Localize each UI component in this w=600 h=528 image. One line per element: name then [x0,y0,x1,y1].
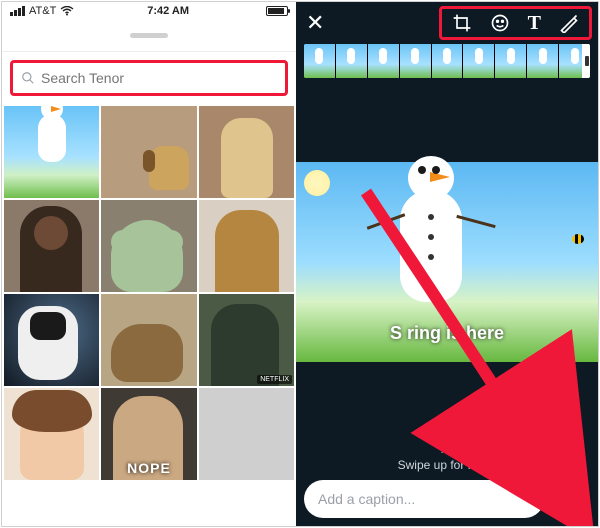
gif-cell[interactable] [4,388,99,480]
signal-icon [10,6,25,16]
send-button[interactable] [552,480,590,518]
gif-cell[interactable] [101,294,196,386]
gif-cell[interactable] [4,294,99,386]
sun-decoration [304,170,330,196]
ios-status-bar: AT&T 7:42 AM [2,2,296,20]
media-preview: S ring is here [296,162,598,362]
caption-input[interactable]: Add a caption... [304,480,544,518]
nope-caption: NOPE [127,460,171,476]
netflix-badge: NETFLIX [257,375,292,384]
caption-placeholder: Add a caption... [318,491,415,507]
gif-cell[interactable] [199,200,294,292]
chevron-up-icon: ︿ [296,439,598,456]
search-field-highlight [10,60,288,96]
sheet-top-bar [2,20,296,52]
swipe-hint-label: Swipe up for filters [398,458,497,472]
emoji-icon[interactable] [490,13,510,33]
tenor-picker-pane: AT&T 7:42 AM NETFLIX NOPE [2,2,296,526]
editor-top-bar: ✕ T [296,2,598,44]
media-overlay-text: S ring is here [390,323,504,344]
carrier-label: AT&T [29,5,56,17]
video-trim-filmstrip[interactable] [304,44,590,78]
text-tool-icon[interactable]: T [528,12,541,35]
draw-icon[interactable] [559,13,579,33]
search-icon [21,71,35,85]
gif-grid: NETFLIX NOPE [2,106,296,480]
gif-cell[interactable]: NOPE [101,388,196,480]
search-input[interactable] [41,70,277,86]
status-time: 7:42 AM [74,5,262,17]
close-icon[interactable]: ✕ [306,12,324,34]
crop-icon[interactable] [452,13,472,33]
gif-cell[interactable] [101,106,196,198]
bee-decoration [572,234,584,244]
send-icon [562,490,580,508]
gif-cell[interactable] [4,200,99,292]
editor-canvas-area[interactable]: S ring is here [296,92,598,428]
media-editor-pane: ✕ T [296,2,598,526]
gif-cell[interactable] [101,200,196,292]
gif-cell[interactable] [199,388,294,480]
olaf-figure [400,190,462,302]
gif-cell[interactable] [4,106,99,198]
gif-cell[interactable] [199,106,294,198]
sheet-grabber[interactable] [130,33,168,38]
caption-row: Add a caption... [304,480,590,518]
battery-icon [266,6,288,16]
wifi-icon [60,6,74,16]
swipe-hint[interactable]: ︿ Swipe up for filters [296,439,598,472]
editor-tools-highlight: T [439,6,592,40]
gif-cell[interactable]: NETFLIX [199,294,294,386]
trim-handle-right[interactable] [582,44,590,78]
